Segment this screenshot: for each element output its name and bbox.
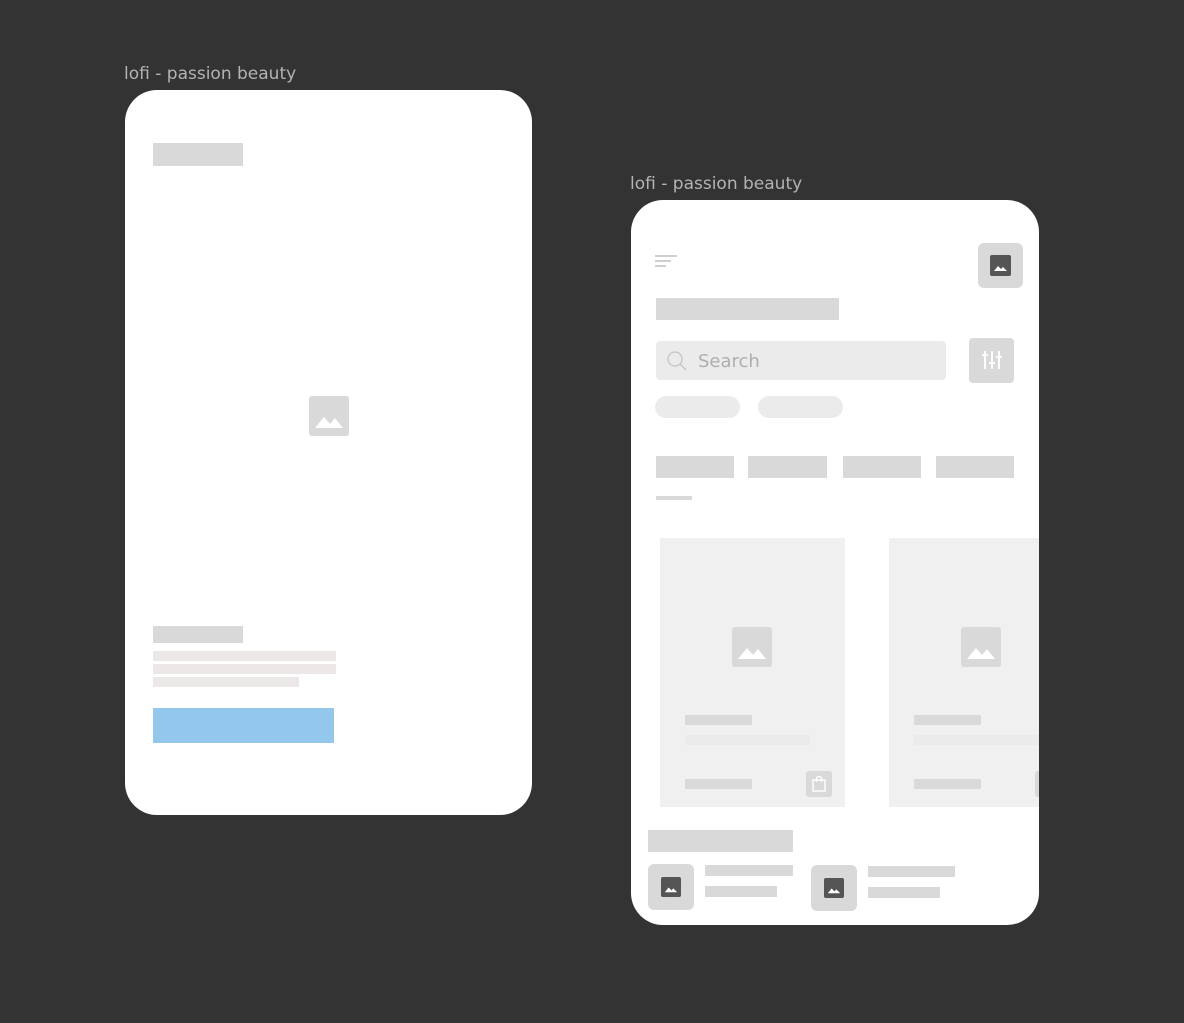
welcome-title-placeholder bbox=[153, 626, 243, 643]
logo-placeholder bbox=[153, 143, 243, 166]
product-desc-placeholder bbox=[685, 735, 810, 745]
filter-button[interactable] bbox=[969, 338, 1014, 383]
image-icon bbox=[824, 878, 844, 898]
product-card[interactable] bbox=[660, 538, 845, 807]
image-icon bbox=[990, 255, 1011, 276]
category-tab-3[interactable] bbox=[843, 456, 921, 478]
frame-label-home: lofi - passion beauty bbox=[630, 174, 803, 194]
category-tab-1[interactable] bbox=[656, 456, 734, 478]
profile-avatar[interactable] bbox=[978, 243, 1023, 288]
list-item-subtitle-placeholder bbox=[705, 886, 777, 897]
product-price-placeholder bbox=[914, 779, 981, 789]
get-started-button[interactable] bbox=[153, 708, 334, 743]
sliders-icon bbox=[982, 351, 1002, 369]
product-price-placeholder bbox=[685, 779, 752, 789]
welcome-text-line-3 bbox=[153, 677, 299, 687]
list-item-thumbnail[interactable] bbox=[811, 865, 857, 911]
search-placeholder: Search bbox=[698, 351, 760, 372]
section-title-placeholder bbox=[648, 830, 793, 852]
list-item-title-placeholder bbox=[705, 865, 793, 876]
list-item-title-placeholder bbox=[868, 866, 955, 877]
list-item-thumbnail[interactable] bbox=[648, 864, 694, 910]
shopping-bag-icon bbox=[812, 776, 826, 792]
hero-image-icon bbox=[309, 396, 349, 436]
welcome-text-line-2 bbox=[153, 664, 336, 674]
product-desc-placeholder bbox=[914, 735, 1039, 745]
frame-label-welcome: lofi - passion beauty bbox=[124, 64, 297, 84]
menu-icon[interactable] bbox=[655, 255, 679, 269]
product-image-icon bbox=[961, 627, 1001, 667]
list-item-subtitle-placeholder bbox=[868, 887, 940, 898]
product-name-placeholder bbox=[685, 715, 752, 725]
page-title-placeholder bbox=[656, 298, 839, 320]
filter-chip-2[interactable] bbox=[758, 396, 843, 418]
product-name-placeholder bbox=[914, 715, 981, 725]
home-screen-frame: Search bbox=[631, 200, 1039, 925]
filter-chip-1[interactable] bbox=[655, 396, 740, 418]
category-tab-4[interactable] bbox=[936, 456, 1014, 478]
add-to-cart-button[interactable] bbox=[806, 771, 832, 797]
search-icon bbox=[667, 351, 687, 371]
product-card[interactable] bbox=[889, 538, 1039, 807]
search-field[interactable]: Search bbox=[656, 341, 946, 380]
active-tab-indicator bbox=[656, 496, 692, 500]
welcome-screen-frame bbox=[125, 90, 532, 815]
category-tab-2[interactable] bbox=[748, 456, 827, 478]
image-icon bbox=[661, 877, 681, 897]
add-to-cart-button[interactable] bbox=[1035, 771, 1039, 797]
welcome-text-line-1 bbox=[153, 651, 336, 661]
product-image-icon bbox=[732, 627, 772, 667]
